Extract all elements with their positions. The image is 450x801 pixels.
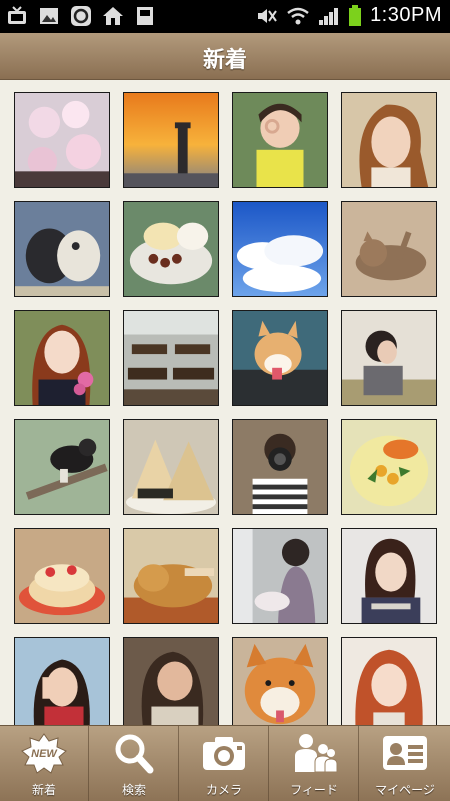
tab-camera[interactable]: カメラ — [180, 726, 269, 801]
photo-thumbnail[interactable] — [123, 310, 219, 406]
photo-thumbnail[interactable] — [341, 201, 437, 297]
new-badge-icon: NEW — [21, 733, 67, 774]
sleeping-dog-photo — [124, 529, 218, 623]
kittens-photo — [15, 202, 109, 296]
photo-thumbnail[interactable] — [341, 637, 437, 733]
tabby-cat-lying-photo — [342, 202, 436, 296]
app-notification-icon — [71, 6, 91, 26]
dessert-photo — [124, 202, 218, 296]
photo-thumbnail[interactable] — [341, 310, 437, 406]
girl-ok-gesture-photo — [233, 93, 327, 187]
photo-thumbnail[interactable] — [232, 92, 328, 188]
photo-thumbnail[interactable] — [123, 419, 219, 515]
kimono-woman-photo — [233, 529, 327, 623]
photo-thumbnail[interactable] — [232, 201, 328, 297]
tab-new[interactable]: NEW 新着 — [0, 726, 89, 801]
cat-on-tree-photo — [15, 420, 109, 514]
woman-smiling-photo — [124, 638, 218, 732]
status-bar: 1:30PM — [0, 0, 450, 33]
page-title: 新着 — [202, 48, 247, 73]
photo-thumbnail[interactable] — [123, 201, 219, 297]
tab-label: 検索 — [121, 783, 146, 797]
pancakes-photo — [15, 529, 109, 623]
photo-thumbnail[interactable] — [341, 419, 437, 515]
photo-thumbnail[interactable] — [14, 528, 110, 624]
tab-label: マイページ — [375, 783, 435, 797]
tab-label: カメラ — [205, 783, 242, 797]
cherry-blossom-photo — [15, 93, 109, 187]
tv-icon — [8, 6, 26, 24]
dog-car-window-photo — [233, 311, 327, 405]
sd-card-icon — [137, 7, 153, 25]
home-icon — [103, 7, 123, 25]
mute-icon — [258, 8, 277, 23]
photo-thumbnail[interactable] — [14, 201, 110, 297]
photo-thumbnail[interactable] — [123, 92, 219, 188]
tab-label: 新着 — [31, 783, 56, 797]
svg-text:NEW: NEW — [31, 748, 58, 760]
bottom-tab-bar: NEW 新着 検索 カメラ フィード マイページ — [0, 725, 450, 801]
blue-sky-clouds-photo — [233, 202, 327, 296]
photo-thumbnail[interactable] — [14, 92, 110, 188]
girl-field-photo — [342, 311, 436, 405]
photo-thumbnail[interactable] — [123, 637, 219, 733]
profile-card-icon — [383, 736, 427, 770]
shiba-dog-photo — [233, 638, 327, 732]
photo-thumbnail[interactable] — [232, 528, 328, 624]
photo-thumbnail[interactable] — [14, 310, 110, 406]
girl-sailor-uniform-photo — [15, 311, 109, 405]
wifi-icon — [287, 7, 309, 24]
photo-thumbnail[interactable] — [341, 92, 437, 188]
woman-redhead-photo — [342, 638, 436, 732]
signal-icon — [319, 7, 339, 25]
battery-icon — [349, 4, 362, 26]
photo-thumbnail[interactable] — [232, 310, 328, 406]
photo-thumbnail[interactable] — [14, 419, 110, 515]
camera-icon — [203, 737, 245, 770]
tab-mypage[interactable]: マイページ — [360, 726, 450, 801]
child-camera-photo — [233, 420, 327, 514]
tab-feed[interactable]: フィード — [270, 726, 359, 801]
tab-label: フィード — [290, 783, 338, 797]
photo-thumbnail[interactable] — [14, 637, 110, 733]
clock: 1:30PM — [370, 4, 442, 26]
woman-portrait-photo — [342, 93, 436, 187]
woman-short-hair-photo — [342, 529, 436, 623]
photo-thumbnail[interactable] — [232, 419, 328, 515]
soup-dish-photo — [342, 420, 436, 514]
people-icon — [295, 734, 338, 773]
photo-thumbnail[interactable] — [341, 528, 437, 624]
sunset-lighthouse-photo — [124, 93, 218, 187]
tab-search[interactable]: 検索 — [90, 726, 179, 801]
onigiri-photo — [124, 420, 218, 514]
gallery-icon — [40, 8, 58, 24]
header-bar: 新着 — [0, 33, 450, 80]
photo-thumbnail[interactable] — [232, 637, 328, 733]
classroom-desks-photo — [124, 311, 218, 405]
search-icon — [115, 734, 154, 774]
photo-thumbnail[interactable] — [123, 528, 219, 624]
woman-red-scarf-photo — [15, 638, 109, 732]
